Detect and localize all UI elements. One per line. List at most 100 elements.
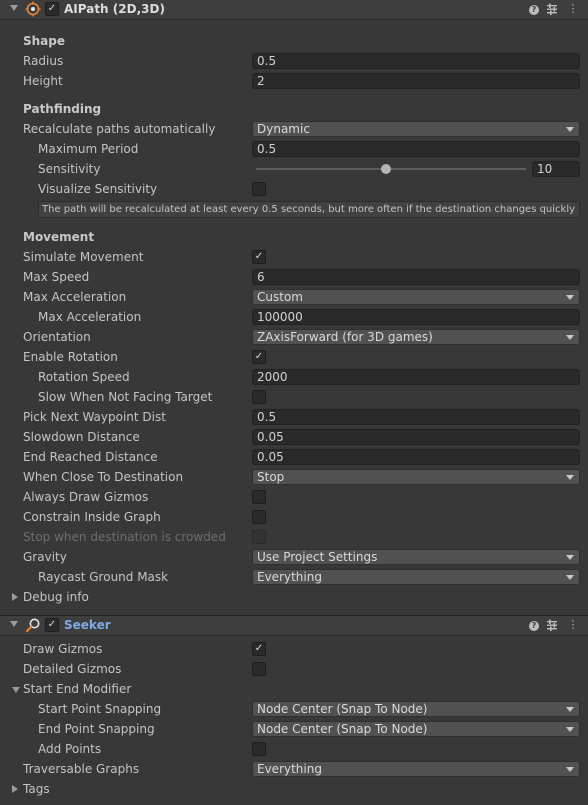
orientation-dropdown[interactable]: ZAxisForward (for 3D games) <box>252 329 580 345</box>
always-draw-gizmos-label: Always Draw Gizmos <box>23 490 149 504</box>
detailed-gizmos-checkbox[interactable] <box>252 662 266 676</box>
radius-label: Radius <box>23 54 64 68</box>
seeker-magnifier-icon <box>25 618 40 633</box>
when-close-value: Stop <box>257 470 285 484</box>
enable-rotation-checkbox[interactable]: ✓ <box>252 350 266 364</box>
presets-icon[interactable] <box>545 1 559 17</box>
max-acceleration-field[interactable]: 100000 <box>252 309 580 325</box>
traversable-graphs-label: Traversable Graphs <box>23 762 140 776</box>
slowdown-distance-label: Slowdown Distance <box>23 430 140 444</box>
chevron-down-icon <box>566 707 574 712</box>
gravity-value: Use Project Settings <box>257 550 378 564</box>
end-reached-distance-label: End Reached Distance <box>23 450 158 464</box>
kebab-menu-icon[interactable]: ⋮ <box>566 617 580 633</box>
end-point-snapping-dropdown[interactable]: Node Center (Snap To Node) <box>252 721 580 737</box>
start-point-snapping-dropdown[interactable]: Node Center (Snap To Node) <box>252 701 580 717</box>
max-speed-label: Max Speed <box>23 270 90 284</box>
section-movement: Movement <box>23 230 95 244</box>
aipath-foldout-arrow[interactable] <box>10 5 18 11</box>
recalculate-dropdown[interactable]: Dynamic <box>252 121 580 137</box>
enable-rotation-label: Enable Rotation <box>23 350 118 364</box>
chevron-down-icon <box>566 295 574 300</box>
gravity-label: Gravity <box>23 550 67 564</box>
max-acceleration-sub-label: Max Acceleration <box>38 310 142 324</box>
max-acceleration-mode: Custom <box>257 290 303 304</box>
pick-next-waypoint-field[interactable]: 0.5 <box>252 409 580 425</box>
max-speed-field[interactable]: 6 <box>252 269 580 285</box>
simulate-movement-checkbox[interactable]: ✓ <box>252 250 266 264</box>
aipath-enabled-checkbox[interactable]: ✓ <box>45 2 59 16</box>
draw-gizmos-label: Draw Gizmos <box>23 642 103 656</box>
chevron-down-icon <box>566 727 574 732</box>
sensitivity-slider-thumb[interactable] <box>380 164 391 174</box>
sensitivity-field[interactable]: 10 <box>532 161 580 177</box>
section-pathfinding: Pathfinding <box>23 102 102 116</box>
max-acceleration-dropdown[interactable]: Custom <box>252 289 580 305</box>
stop-when-crowded-label: Stop when destination is crowded <box>23 530 226 544</box>
height-label: Height <box>23 74 63 88</box>
presets-icon[interactable] <box>545 617 559 633</box>
visualize-sensitivity-label: Visualize Sensitivity <box>38 182 158 196</box>
start-end-modifier-label[interactable]: Start End Modifier <box>23 682 131 696</box>
recalculate-value: Dynamic <box>257 122 310 136</box>
maximum-period-label: Maximum Period <box>38 142 139 156</box>
end-point-snapping-value: Node Center (Snap To Node) <box>257 722 428 736</box>
sensitivity-label: Sensitivity <box>38 162 101 176</box>
maximum-period-field[interactable]: 0.5 <box>252 141 580 157</box>
slowdown-distance-field[interactable]: 0.05 <box>252 429 580 445</box>
start-end-modifier-foldout-icon[interactable] <box>12 687 20 693</box>
when-close-label: When Close To Destination <box>23 470 184 484</box>
raycast-ground-mask-label: Raycast Ground Mask <box>38 570 169 584</box>
sensitivity-slider-track[interactable] <box>256 168 526 170</box>
recalculate-help-box: The path will be recalculated at least e… <box>38 201 580 218</box>
aipath-header[interactable]: ✓ AIPath (2D,3D) ? ⋮ <box>0 0 588 20</box>
help-icon[interactable]: ? <box>527 1 541 17</box>
constrain-inside-graph-label: Constrain Inside Graph <box>23 510 161 524</box>
chevron-down-icon <box>566 335 574 340</box>
help-icon[interactable]: ? <box>527 617 541 633</box>
chevron-down-icon <box>566 767 574 772</box>
chevron-down-icon <box>566 575 574 580</box>
orientation-label: Orientation <box>23 330 91 344</box>
traversable-graphs-dropdown[interactable]: Everything <box>252 761 580 777</box>
slow-not-facing-checkbox[interactable] <box>252 390 266 404</box>
height-field[interactable]: 2 <box>252 73 580 89</box>
end-point-snapping-label: End Point Snapping <box>38 722 155 736</box>
section-shape: Shape <box>23 34 66 48</box>
gravity-dropdown[interactable]: Use Project Settings <box>252 549 580 565</box>
chevron-down-icon <box>566 127 574 132</box>
recalculate-label: Recalculate paths automatically <box>23 122 216 136</box>
max-acceleration-label: Max Acceleration <box>23 290 127 304</box>
raycast-ground-mask-dropdown[interactable]: Everything <box>252 569 580 585</box>
debug-info-label[interactable]: Debug info <box>23 590 89 604</box>
slow-not-facing-label: Slow When Not Facing Target <box>38 390 213 404</box>
end-reached-distance-field[interactable]: 0.05 <box>252 449 580 465</box>
add-points-checkbox[interactable] <box>252 742 266 756</box>
radius-field[interactable]: 0.5 <box>252 53 580 69</box>
start-point-snapping-label: Start Point Snapping <box>38 702 162 716</box>
pick-next-waypoint-label: Pick Next Waypoint Dist <box>23 410 166 424</box>
always-draw-gizmos-checkbox[interactable] <box>252 490 266 504</box>
aipath-title: AIPath (2D,3D) <box>64 2 165 16</box>
orientation-value: ZAxisForward (for 3D games) <box>257 330 433 344</box>
rotation-speed-label: Rotation Speed <box>38 370 130 384</box>
tags-foldout-icon[interactable] <box>12 785 18 793</box>
raycast-ground-mask-value: Everything <box>257 570 322 584</box>
start-point-snapping-value: Node Center (Snap To Node) <box>257 702 428 716</box>
constrain-inside-graph-checkbox[interactable] <box>252 510 266 524</box>
simulate-movement-label: Simulate Movement <box>23 250 144 264</box>
add-points-label: Add Points <box>38 742 102 756</box>
debug-info-foldout-icon[interactable] <box>12 593 18 601</box>
visualize-sensitivity-checkbox[interactable] <box>252 182 266 196</box>
traversable-graphs-value: Everything <box>257 762 322 776</box>
stop-when-crowded-checkbox <box>252 530 266 544</box>
draw-gizmos-checkbox[interactable]: ✓ <box>252 642 266 656</box>
seeker-foldout-arrow[interactable] <box>10 621 18 627</box>
kebab-menu-icon[interactable]: ⋮ <box>566 1 580 17</box>
tags-label[interactable]: Tags <box>23 782 50 796</box>
aipath-target-icon <box>25 1 41 17</box>
rotation-speed-field[interactable]: 2000 <box>252 369 580 385</box>
seeker-header[interactable]: ✓ Seeker ? ⋮ <box>0 615 588 636</box>
seeker-enabled-checkbox[interactable]: ✓ <box>45 618 59 632</box>
when-close-dropdown[interactable]: Stop <box>252 469 580 485</box>
